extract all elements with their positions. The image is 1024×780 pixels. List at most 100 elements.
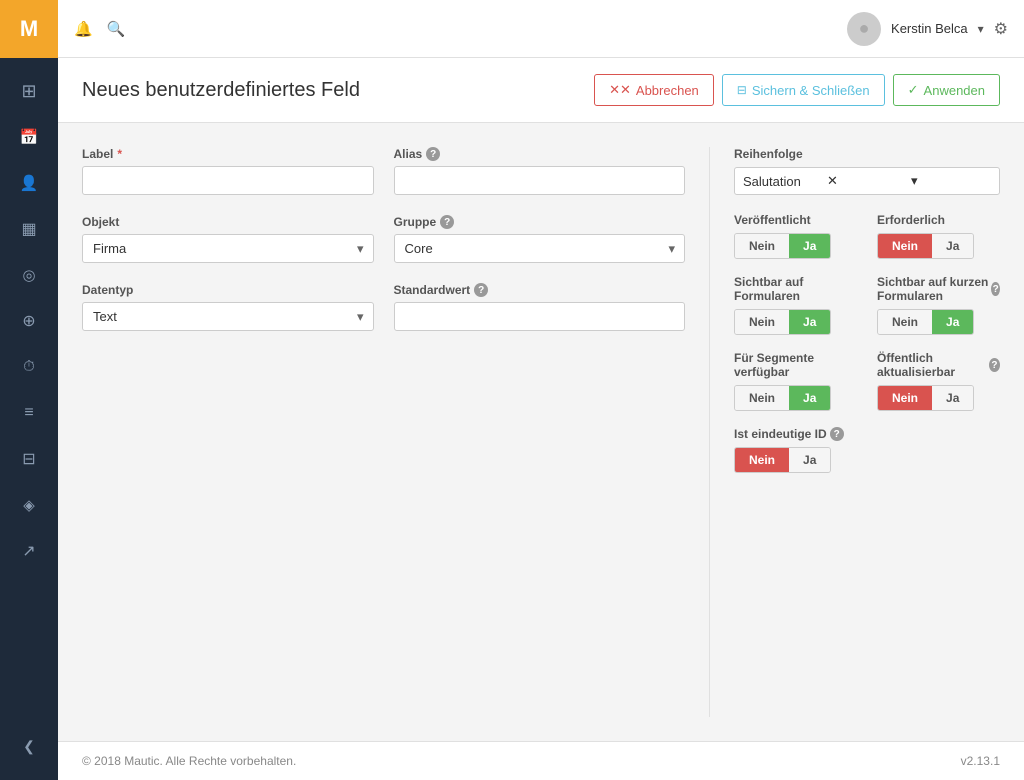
- sichtbar-kurze-formulare-ja-button[interactable]: Ja: [932, 310, 973, 334]
- eindeutige-id-nein-button[interactable]: Nein: [735, 448, 789, 472]
- sidebar-item-calendar[interactable]: [0, 114, 58, 160]
- reihenfolge-label: Reihenfolge: [734, 147, 1000, 161]
- reihenfolge-dropdown-icon[interactable]: ▾: [911, 173, 991, 189]
- user-name[interactable]: Kerstin Belca: [891, 21, 968, 36]
- sichtbar-kurze-formulare-group: Sichtbar auf kurzen Formularen ? Nein Ja: [877, 275, 1000, 335]
- toggle-section-2: Sichtbar auf Formularen Nein Ja Sichtbar…: [734, 275, 1000, 335]
- sichtbar-formulare-group: Sichtbar auf Formularen Nein Ja: [734, 275, 857, 335]
- user-dropdown-caret-icon[interactable]: [978, 21, 984, 36]
- form-right: Reihenfolge Salutation ✕ ▾ Veröffentlich…: [710, 147, 1000, 717]
- erforderlich-group: Erforderlich Nein Ja: [877, 213, 1000, 259]
- chart-icon: [22, 266, 35, 285]
- fuer-segmente-ja-button[interactable]: Ja: [789, 386, 830, 410]
- form-row-1: Label * Alias ?: [82, 147, 685, 195]
- datentyp-field-label: Datentyp: [82, 283, 374, 297]
- user-icon: [20, 174, 39, 193]
- oeffentlich-group: Öffentlich aktualisierbar ? Nein Ja: [877, 351, 1000, 411]
- veroeffentlicht-ja-button[interactable]: Ja: [789, 234, 830, 258]
- standardwert-field-group: Standardwert ?: [394, 283, 686, 331]
- sidebar-bottom: [0, 724, 58, 780]
- check-icon: ✓: [908, 82, 919, 98]
- sidebar-nav: [0, 58, 58, 724]
- eindeutige-id-ja-button[interactable]: Ja: [789, 448, 830, 472]
- sidebar-collapse-button[interactable]: [0, 724, 58, 770]
- oeffentlich-label: Öffentlich aktualisierbar ?: [877, 351, 1000, 379]
- datentyp-select[interactable]: Text Zahl Datum Boolean E-Mail URL: [82, 302, 374, 331]
- reihenfolge-select[interactable]: Salutation ✕ ▾: [734, 167, 1000, 195]
- sichtbar-formulare-nein-button[interactable]: Nein: [735, 310, 789, 334]
- reihenfolge-clear-button[interactable]: ✕: [827, 173, 907, 189]
- toggle-section-3: Für Segmente verfügbar Nein Ja Öffentlic…: [734, 351, 1000, 411]
- puzzle-icon: [22, 311, 35, 331]
- settings-button[interactable]: [994, 19, 1008, 39]
- required-star: *: [117, 147, 122, 161]
- alias-input[interactable]: [394, 166, 686, 195]
- sidebar-item-segments[interactable]: [0, 206, 58, 252]
- label-field-label: Label *: [82, 147, 374, 161]
- gruppe-select[interactable]: Core Andere: [394, 234, 686, 263]
- eindeutige-id-help-icon: ?: [830, 427, 844, 441]
- topbar-left: [74, 18, 835, 39]
- cancel-button[interactable]: ✕ Abbrechen: [594, 74, 714, 106]
- sichtbar-formulare-label: Sichtbar auf Formularen: [734, 275, 857, 303]
- oeffentlich-nein-button[interactable]: Nein: [878, 386, 932, 410]
- veroeffentlicht-toggle: Nein Ja: [734, 233, 831, 259]
- clock-icon: [23, 358, 35, 376]
- sidebar-item-analytics[interactable]: [0, 528, 58, 574]
- sidebar-item-themes[interactable]: [0, 482, 58, 528]
- notifications-button[interactable]: [74, 18, 93, 39]
- sidebar-item-campaigns[interactable]: [0, 436, 58, 482]
- gruppe-field-group: Gruppe ? Core Andere: [394, 215, 686, 263]
- erforderlich-toggle: Nein Ja: [877, 233, 974, 259]
- sichtbar-formulare-toggle: Nein Ja: [734, 309, 831, 335]
- sidebar-item-dashboard[interactable]: [0, 68, 58, 114]
- sidebar: M: [0, 0, 58, 780]
- grid-icon: [21, 81, 36, 102]
- sidebar-item-contacts[interactable]: [0, 160, 58, 206]
- page-header: Neues benutzerdefiniertes Feld ✕ Abbrech…: [58, 58, 1024, 123]
- veroeffentlicht-nein-button[interactable]: Nein: [735, 234, 789, 258]
- form-row-3: Datentyp Text Zahl Datum Boolean E-Mail …: [82, 283, 685, 331]
- search-button[interactable]: [107, 18, 126, 39]
- erforderlich-ja-button[interactable]: Ja: [932, 234, 973, 258]
- save-close-button[interactable]: ⊟ Sichern & Schließen: [722, 74, 885, 106]
- sichtbar-kurze-formulare-nein-button[interactable]: Nein: [878, 310, 932, 334]
- gruppe-select-wrapper: Core Andere: [394, 234, 686, 263]
- sidebar-item-plugins[interactable]: [0, 298, 58, 344]
- page-title: Neues benutzerdefiniertes Feld: [82, 79, 360, 102]
- toggle-section-4: Ist eindeutige ID ? Nein Ja: [734, 427, 1000, 473]
- main-wrapper: Kerstin Belca Neues benutzerdefiniertes …: [58, 0, 1024, 780]
- oeffentlich-ja-button[interactable]: Ja: [932, 386, 973, 410]
- content-area: Neues benutzerdefiniertes Feld ✕ Abbrech…: [58, 58, 1024, 780]
- palette-icon: [23, 496, 35, 515]
- fuer-segmente-nein-button[interactable]: Nein: [735, 386, 789, 410]
- app-logo[interactable]: M: [0, 0, 58, 58]
- table-icon: [21, 219, 36, 239]
- apply-button[interactable]: ✓ Anwenden: [893, 74, 1000, 106]
- standardwert-field-label: Standardwert ?: [394, 283, 686, 297]
- erforderlich-label: Erforderlich: [877, 213, 1000, 227]
- standardwert-input[interactable]: [394, 302, 686, 331]
- form-area: Label * Alias ?: [58, 123, 1024, 741]
- sidebar-item-history[interactable]: [0, 344, 58, 390]
- eindeutige-id-label: Ist eindeutige ID ?: [734, 427, 1000, 441]
- header-actions: ✕ Abbrechen ⊟ Sichern & Schließen ✓ Anwe…: [594, 74, 1000, 106]
- sichtbar-kurze-formulare-label: Sichtbar auf kurzen Formularen ?: [877, 275, 1000, 303]
- sichtbar-formulare-ja-button[interactable]: Ja: [789, 310, 830, 334]
- save-icon: ⊟: [737, 83, 747, 97]
- objekt-select-wrapper: Firma Kontakt: [82, 234, 374, 263]
- version-text: v2.13.1: [961, 754, 1000, 768]
- person-icon: [859, 18, 870, 39]
- erforderlich-nein-button[interactable]: Nein: [878, 234, 932, 258]
- feed-icon: [24, 404, 33, 422]
- label-input[interactable]: [82, 166, 374, 195]
- objekt-select[interactable]: Firma Kontakt: [82, 234, 374, 263]
- analytics-icon: [22, 541, 35, 561]
- veroeffentlicht-label: Veröffentlicht: [734, 213, 857, 227]
- reihenfolge-value: Salutation: [743, 174, 823, 189]
- sidebar-item-feeds[interactable]: [0, 390, 58, 436]
- oeffentlich-toggle: Nein Ja: [877, 385, 974, 411]
- times-icon: ✕: [609, 82, 631, 98]
- copyright-text: © 2018 Mautic. Alle Rechte vorbehalten.: [82, 754, 296, 768]
- sidebar-item-reports[interactable]: [0, 252, 58, 298]
